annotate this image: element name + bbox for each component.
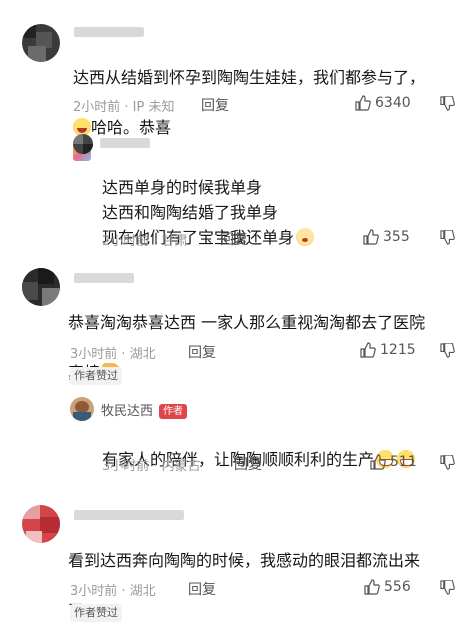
thumbs-up-icon xyxy=(355,95,371,111)
avatar[interactable] xyxy=(22,268,60,306)
comment-text-line2: 哈哈。恭喜 xyxy=(91,118,172,137)
comment-time: 2小时前 · IP 未知 xyxy=(73,100,175,115)
comment-meta: 2小时前 · 甘肃 xyxy=(102,230,188,249)
embarrassed-emoji-icon xyxy=(296,228,315,246)
avatar[interactable] xyxy=(22,24,60,62)
dislike-button[interactable] xyxy=(440,454,455,474)
like-count: 1215 xyxy=(380,342,416,358)
comment-meta: 3小时前 · 湖北 xyxy=(70,580,156,599)
dislike-button[interactable] xyxy=(440,342,455,362)
username-redacted xyxy=(100,138,150,148)
reply-button[interactable]: 回复 xyxy=(188,579,216,599)
like-button[interactable]: 556 xyxy=(364,579,411,595)
author-liked-badge: 作者赞过 xyxy=(70,367,122,385)
like-button[interactable]: 355 xyxy=(363,229,410,245)
comment-text-line1: 达西从结婚到怀孕到陶陶生娃娃，我们都参与了， xyxy=(73,68,426,87)
comment-meta: 3小时前 · 湖北 xyxy=(70,343,156,362)
thumbs-down-icon xyxy=(440,229,455,245)
comment-time: 3小时前 · 内蒙古 xyxy=(102,459,201,474)
dislike-button[interactable] xyxy=(440,579,455,599)
dislike-button[interactable] xyxy=(440,229,455,249)
dislike-button[interactable] xyxy=(440,95,455,115)
comment-author-line: 牧民达西 作者 xyxy=(101,400,188,419)
comment-meta: 3小时前 · 内蒙古 xyxy=(102,455,201,474)
reply-button[interactable]: 回复 xyxy=(220,229,248,249)
thumbs-up-icon xyxy=(363,229,379,245)
thumbs-down-icon xyxy=(440,342,455,358)
thumbs-up-icon xyxy=(360,342,376,358)
like-count: 556 xyxy=(384,579,411,595)
like-count: 6340 xyxy=(375,95,411,111)
comment-text: 恭喜淘淘恭喜达西 一家人那么重视淘淘都去了医院 真棒 xyxy=(68,285,463,385)
comment-time: 3小时前 · 湖北 xyxy=(70,347,156,362)
avatar[interactable] xyxy=(22,505,60,543)
author-avatar[interactable] xyxy=(70,397,94,421)
comment-text: 看到达西奔向陶陶的时候，我感动的眼泪都流出来 了 xyxy=(68,523,463,623)
reply-button[interactable]: 回复 xyxy=(188,342,216,362)
avatar[interactable] xyxy=(73,134,93,154)
comment-text-line1: 看到达西奔向陶陶的时候，我感动的眼泪都流出来 xyxy=(68,551,421,570)
author-badge: 作者 xyxy=(159,404,188,419)
like-count: 511 xyxy=(390,454,417,470)
thumbs-up-icon xyxy=(370,454,386,470)
reply-button[interactable]: 回复 xyxy=(234,454,262,474)
like-button[interactable]: 6340 xyxy=(355,95,411,111)
author-liked-badge: 作者赞过 xyxy=(70,604,122,622)
comment-text-line1: 恭喜淘淘恭喜达西 一家人那么重视淘淘都去了医院 xyxy=(68,313,426,332)
username-redacted xyxy=(74,27,144,37)
comment-time: 2小时前 · 甘肃 xyxy=(102,234,188,249)
username[interactable]: 牧民达西 xyxy=(101,404,153,419)
like-count: 355 xyxy=(383,229,410,245)
comment-meta: 2小时前 · IP 未知 xyxy=(73,96,174,115)
thumbs-down-icon xyxy=(440,579,455,595)
like-button[interactable]: 511 xyxy=(370,454,417,470)
like-button[interactable]: 1215 xyxy=(360,342,416,358)
thumbs-up-icon xyxy=(364,579,380,595)
thumbs-down-icon xyxy=(440,454,455,470)
username-redacted xyxy=(74,273,134,283)
comment-time: 3小时前 · 湖北 xyxy=(70,584,156,599)
reply-button[interactable]: 回复 xyxy=(201,95,229,115)
thumbs-down-icon xyxy=(440,95,455,111)
username-redacted xyxy=(74,510,184,520)
